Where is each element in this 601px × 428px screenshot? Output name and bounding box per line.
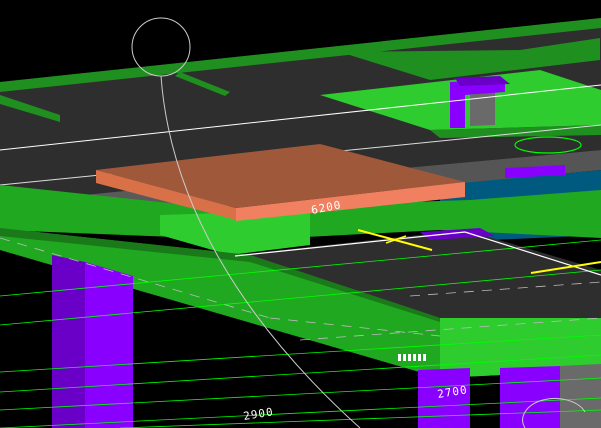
column-bottom-right-2 [500, 366, 560, 428]
structural-model-scene[interactable]: 6200 2900 2700 [0, 0, 601, 428]
bottom-left-dim-label: 2900 [242, 405, 274, 423]
column-left [52, 255, 85, 428]
column-bottom-right-grey [560, 364, 601, 428]
3d-model-viewport[interactable]: 6200 2900 2700 [0, 0, 601, 428]
